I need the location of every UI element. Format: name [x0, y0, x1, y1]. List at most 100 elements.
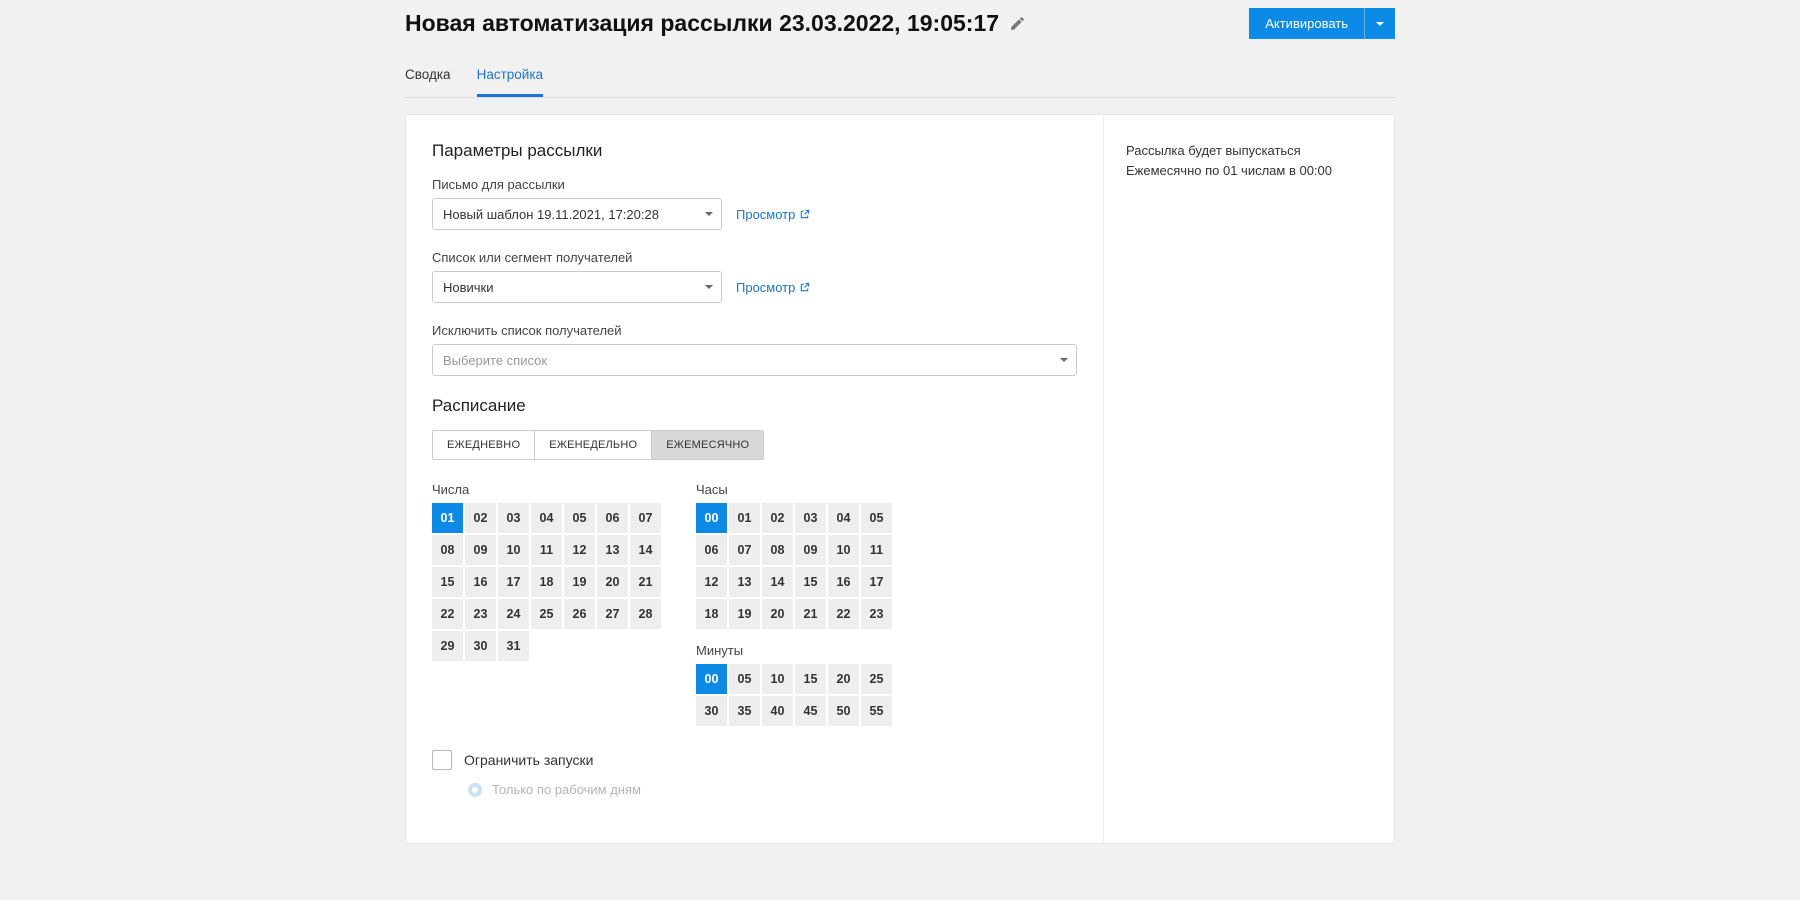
day-cell-18[interactable]: 18	[531, 567, 562, 597]
activate-button[interactable]: Активировать	[1249, 8, 1365, 39]
minute-cell-10[interactable]: 10	[762, 664, 793, 694]
hour-cell-04[interactable]: 04	[828, 503, 859, 533]
hour-cell-21[interactable]: 21	[795, 599, 826, 629]
day-cell-25[interactable]: 25	[531, 599, 562, 629]
day-cell-11[interactable]: 11	[531, 535, 562, 565]
recipients-label: Список или сегмент получателей	[432, 250, 1077, 265]
params-heading: Параметры рассылки	[432, 141, 1077, 161]
hour-cell-08[interactable]: 08	[762, 535, 793, 565]
days-grid: 01020304050607 08091011121314 151617181920…	[432, 503, 668, 661]
hour-cell-01[interactable]: 01	[729, 503, 760, 533]
hour-cell-20[interactable]: 20	[762, 599, 793, 629]
recipients-preview-link[interactable]: Просмотр	[736, 280, 810, 295]
day-cell-28[interactable]: 28	[630, 599, 661, 629]
day-cell-21[interactable]: 21	[630, 567, 661, 597]
hour-cell-16[interactable]: 16	[828, 567, 859, 597]
day-cell-26[interactable]: 26	[564, 599, 595, 629]
hour-cell-23[interactable]: 23	[861, 599, 892, 629]
day-cell-27[interactable]: 27	[597, 599, 628, 629]
template-label: Письмо для рассылки	[432, 177, 1077, 192]
workdays-only-radio	[468, 783, 482, 797]
day-cell-16[interactable]: 16	[465, 567, 496, 597]
day-cell-01[interactable]: 01	[432, 503, 463, 533]
recipients-select[interactable]: Новички	[432, 271, 722, 303]
day-cell-10[interactable]: 10	[498, 535, 529, 565]
minutes-grid: 000510152025 303540455055	[696, 664, 898, 726]
hour-cell-12[interactable]: 12	[696, 567, 727, 597]
day-cell-08[interactable]: 08	[432, 535, 463, 565]
template-select-value: Новый шаблон 19.11.2021, 17:20:28	[443, 207, 659, 222]
hour-cell-13[interactable]: 13	[729, 567, 760, 597]
day-cell-31[interactable]: 31	[498, 631, 529, 661]
hour-cell-14[interactable]: 14	[762, 567, 793, 597]
hour-cell-07[interactable]: 07	[729, 535, 760, 565]
minute-cell-00[interactable]: 00	[696, 664, 727, 694]
schedule-tab-weekly[interactable]: ЕЖЕНЕДЕЛЬНО	[535, 431, 652, 459]
minute-cell-15[interactable]: 15	[795, 664, 826, 694]
day-cell-06[interactable]: 06	[597, 503, 628, 533]
schedule-tab-monthly[interactable]: ЕЖЕМЕСЯЧНО	[652, 431, 763, 459]
schedule-tab-daily[interactable]: ЕЖЕДНЕВНО	[433, 431, 535, 459]
hours-label: Часы	[696, 482, 898, 497]
day-cell-29[interactable]: 29	[432, 631, 463, 661]
hour-cell-10[interactable]: 10	[828, 535, 859, 565]
day-cell-30[interactable]: 30	[465, 631, 496, 661]
day-cell-05[interactable]: 05	[564, 503, 595, 533]
day-cell-04[interactable]: 04	[531, 503, 562, 533]
days-label: Числа	[432, 482, 668, 497]
day-cell-17[interactable]: 17	[498, 567, 529, 597]
minute-cell-40[interactable]: 40	[762, 696, 793, 726]
day-cell-02[interactable]: 02	[465, 503, 496, 533]
recipients-select-value: Новички	[443, 280, 494, 295]
minute-cell-35[interactable]: 35	[729, 696, 760, 726]
tab-settings[interactable]: Настройка	[477, 57, 543, 97]
minute-cell-05[interactable]: 05	[729, 664, 760, 694]
hour-cell-09[interactable]: 09	[795, 535, 826, 565]
day-cell-22[interactable]: 22	[432, 599, 463, 629]
day-cell-20[interactable]: 20	[597, 567, 628, 597]
hour-cell-11[interactable]: 11	[861, 535, 892, 565]
minute-cell-20[interactable]: 20	[828, 664, 859, 694]
hour-cell-18[interactable]: 18	[696, 599, 727, 629]
edit-icon[interactable]	[1009, 15, 1026, 32]
day-cell-23[interactable]: 23	[465, 599, 496, 629]
template-select[interactable]: Новый шаблон 19.11.2021, 17:20:28	[432, 198, 722, 230]
minute-cell-55[interactable]: 55	[861, 696, 892, 726]
day-cell-07[interactable]: 07	[630, 503, 661, 533]
hour-cell-06[interactable]: 06	[696, 535, 727, 565]
day-cell-09[interactable]: 09	[465, 535, 496, 565]
exclude-select[interactable]: Выберите список	[432, 344, 1077, 376]
day-cell-14[interactable]: 14	[630, 535, 661, 565]
day-cell-15[interactable]: 15	[432, 567, 463, 597]
exclude-label: Исключить список получателей	[432, 323, 1077, 338]
hour-cell-00[interactable]: 00	[696, 503, 727, 533]
day-cell-03[interactable]: 03	[498, 503, 529, 533]
hour-cell-05[interactable]: 05	[861, 503, 892, 533]
day-cell-24[interactable]: 24	[498, 599, 529, 629]
minute-cell-45[interactable]: 45	[795, 696, 826, 726]
hour-cell-19[interactable]: 19	[729, 599, 760, 629]
minute-cell-25[interactable]: 25	[861, 664, 892, 694]
hour-cell-02[interactable]: 02	[762, 503, 793, 533]
hour-cell-22[interactable]: 22	[828, 599, 859, 629]
summary-line-1: Рассылка будет выпускаться	[1126, 141, 1372, 161]
page-title: Новая автоматизация рассылки 23.03.2022,…	[405, 10, 999, 37]
hour-cell-03[interactable]: 03	[795, 503, 826, 533]
hour-cell-15[interactable]: 15	[795, 567, 826, 597]
exclude-select-placeholder: Выберите список	[443, 353, 547, 368]
workdays-only-label: Только по рабочим дням	[492, 782, 641, 797]
minute-cell-30[interactable]: 30	[696, 696, 727, 726]
limit-launches-label: Ограничить запуски	[464, 752, 593, 768]
hour-cell-17[interactable]: 17	[861, 567, 892, 597]
minute-cell-50[interactable]: 50	[828, 696, 859, 726]
activate-more-button[interactable]	[1365, 8, 1395, 39]
hours-grid: 000102030405 060708091011 121314151617 1819…	[696, 503, 898, 629]
day-cell-19[interactable]: 19	[564, 567, 595, 597]
summary-line-2: Ежемесячно по 01 числам в 00:00	[1126, 161, 1372, 181]
template-preview-link[interactable]: Просмотр	[736, 207, 810, 222]
day-cell-13[interactable]: 13	[597, 535, 628, 565]
schedule-heading: Расписание	[432, 396, 1077, 416]
day-cell-12[interactable]: 12	[564, 535, 595, 565]
limit-launches-checkbox[interactable]	[432, 750, 452, 770]
tab-summary[interactable]: Сводка	[405, 57, 451, 97]
